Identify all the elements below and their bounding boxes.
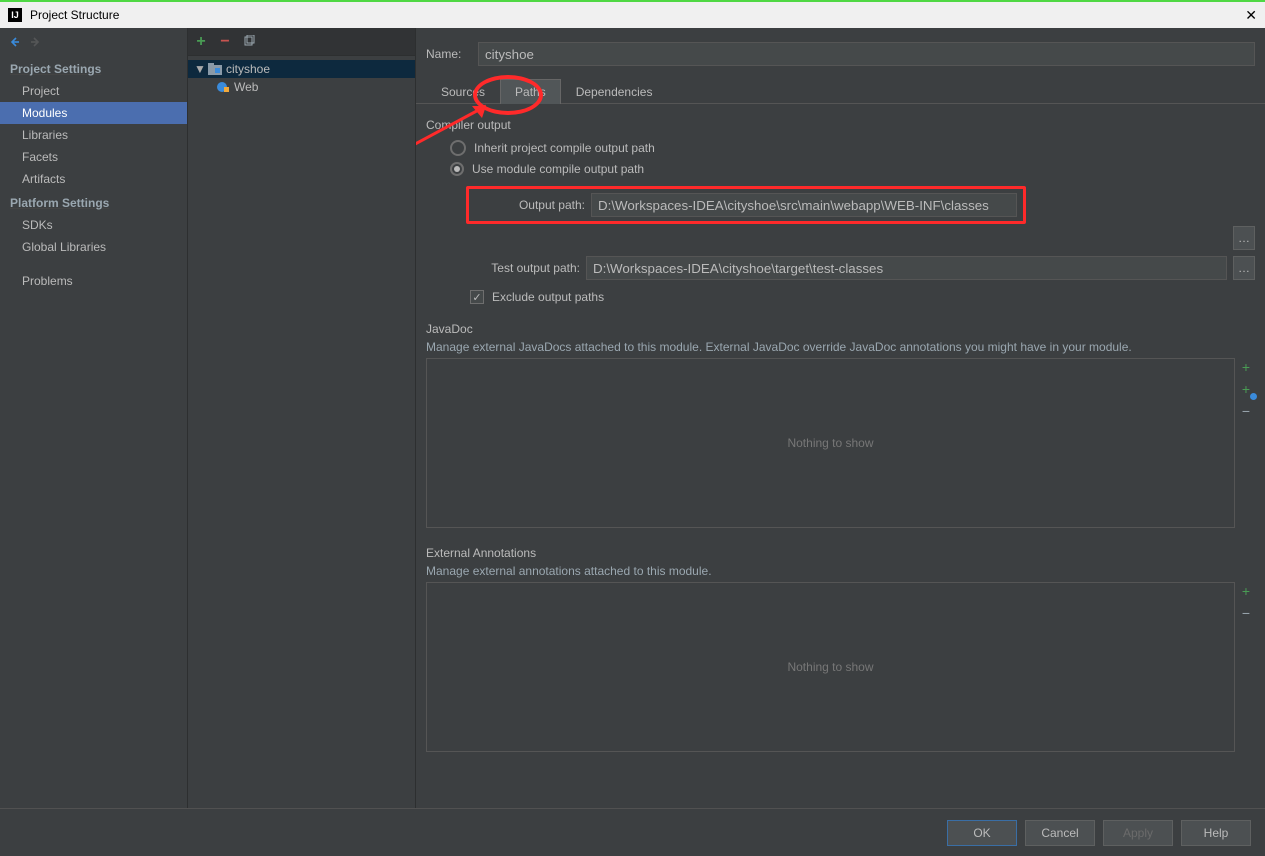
help-button[interactable]: Help (1181, 820, 1251, 846)
test-output-path-browse-button[interactable]: … (1233, 256, 1255, 280)
javadoc-list[interactable]: Nothing to show (426, 358, 1235, 528)
module-tree-panel: + − ▼ cityshoe Web (188, 28, 416, 856)
cancel-button[interactable]: Cancel (1025, 820, 1095, 846)
settings-sidebar: Project Settings Project Modules Librari… (0, 28, 188, 856)
ext-annotations-list[interactable]: Nothing to show (426, 582, 1235, 752)
main-panel: Name: Sources Paths Dependencies Compile… (416, 28, 1265, 856)
tab-dependencies[interactable]: Dependencies (561, 79, 668, 104)
remove-module-icon[interactable]: − (218, 35, 232, 49)
module-name-input[interactable] (478, 42, 1255, 66)
radio-inherit-label: Inherit project compile output path (474, 141, 655, 155)
sidebar-item-artifacts[interactable]: Artifacts (0, 168, 187, 190)
section-platform-settings: Platform Settings (0, 190, 187, 214)
javadoc-remove-icon[interactable]: − (1237, 402, 1255, 420)
radio-inherit[interactable] (450, 140, 466, 156)
test-output-path-input[interactable] (586, 256, 1227, 280)
sidebar-item-sdks[interactable]: SDKs (0, 214, 187, 236)
module-tabs: Sources Paths Dependencies (416, 76, 1265, 104)
tree-module-cityshoe[interactable]: ▼ cityshoe (188, 60, 415, 78)
compiler-output-section: Compiler output (426, 118, 1255, 132)
tree-label: Web (234, 80, 258, 94)
exclude-output-checkbox[interactable] (470, 290, 484, 304)
tab-paths[interactable]: Paths (500, 79, 561, 104)
copy-module-icon[interactable] (242, 35, 256, 49)
sidebar-item-problems[interactable]: Problems (0, 270, 187, 292)
ext-annotations-empty: Nothing to show (787, 660, 873, 674)
nav-forward-icon[interactable] (26, 33, 44, 51)
window-title: Project Structure (30, 8, 119, 22)
nav-back-icon[interactable] (6, 33, 24, 51)
dialog-button-bar: OK Cancel Apply Help (0, 808, 1265, 856)
window-close-icon[interactable]: ✕ (1245, 7, 1257, 24)
titlebar: IJ Project Structure ✕ (0, 0, 1265, 28)
ok-button[interactable]: OK (947, 820, 1017, 846)
javadoc-section: JavaDoc (426, 322, 1255, 336)
test-output-path-label: Test output path: (470, 261, 580, 275)
radio-use-module[interactable] (450, 162, 464, 176)
radio-use-module-label: Use module compile output path (472, 162, 644, 176)
name-label: Name: (426, 47, 470, 61)
tree-label: cityshoe (226, 62, 270, 76)
sidebar-item-libraries[interactable]: Libraries (0, 124, 187, 146)
web-facet-icon (216, 81, 230, 93)
tree-facet-web[interactable]: Web (188, 78, 415, 96)
tab-sources[interactable]: Sources (426, 79, 500, 104)
javadoc-add-icon[interactable]: + (1237, 358, 1255, 376)
ext-annotations-desc: Manage external annotations attached to … (426, 564, 1255, 578)
exclude-output-label: Exclude output paths (492, 290, 604, 304)
sidebar-item-modules[interactable]: Modules (0, 102, 187, 124)
tree-arrow-icon[interactable]: ▼ (194, 62, 204, 76)
section-project-settings: Project Settings (0, 56, 187, 80)
sidebar-item-project[interactable]: Project (0, 80, 187, 102)
ext-annotations-section: External Annotations (426, 546, 1255, 560)
ext-annotations-add-icon[interactable]: + (1237, 582, 1255, 600)
output-path-browse-button[interactable]: … (1233, 226, 1255, 250)
ext-annotations-remove-icon[interactable]: − (1237, 604, 1255, 622)
javadoc-add-url-icon[interactable]: + (1237, 380, 1255, 398)
add-module-icon[interactable]: + (194, 35, 208, 49)
app-icon: IJ (8, 8, 22, 22)
javadoc-empty: Nothing to show (787, 436, 873, 450)
sidebar-item-facets[interactable]: Facets (0, 146, 187, 168)
module-folder-icon (208, 63, 222, 75)
apply-button[interactable]: Apply (1103, 820, 1173, 846)
sidebar-item-global-libraries[interactable]: Global Libraries (0, 236, 187, 258)
javadoc-desc: Manage external JavaDocs attached to thi… (426, 340, 1255, 354)
